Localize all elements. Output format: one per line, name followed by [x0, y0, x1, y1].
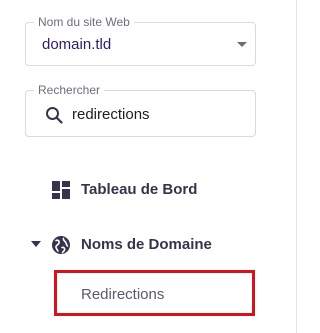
site-select-value: domain.tld	[42, 36, 112, 53]
sidebar-panel: Nom du site Web domain.tld Rechercher Ta…	[0, 0, 298, 333]
search-input[interactable]	[72, 103, 242, 125]
nav-item-dashboard[interactable]: Tableau de Bord	[0, 174, 296, 206]
search-icon	[46, 107, 63, 124]
sidebar-item-redirections-label: Redirections	[81, 286, 165, 303]
search-legend: Rechercher	[34, 83, 105, 97]
nav-item-dashboard-label: Tableau de Bord	[81, 181, 198, 198]
nav-item-domains[interactable]: Noms de Domaine	[0, 229, 296, 261]
sidebar-divider	[296, 0, 297, 333]
search-field[interactable]: Rechercher	[25, 83, 256, 137]
expand-arrow-icon[interactable]	[31, 241, 41, 247]
caret-down-icon[interactable]	[237, 42, 247, 47]
nav-item-domains-label: Noms de Domaine	[81, 236, 212, 253]
sidebar-item-redirections[interactable]: Redirections	[54, 270, 255, 316]
site-select-legend: Nom du site Web	[34, 15, 134, 29]
dashboard-icon	[52, 181, 70, 199]
site-select[interactable]: Nom du site Web domain.tld	[25, 15, 256, 66]
globe-icon	[52, 236, 70, 254]
